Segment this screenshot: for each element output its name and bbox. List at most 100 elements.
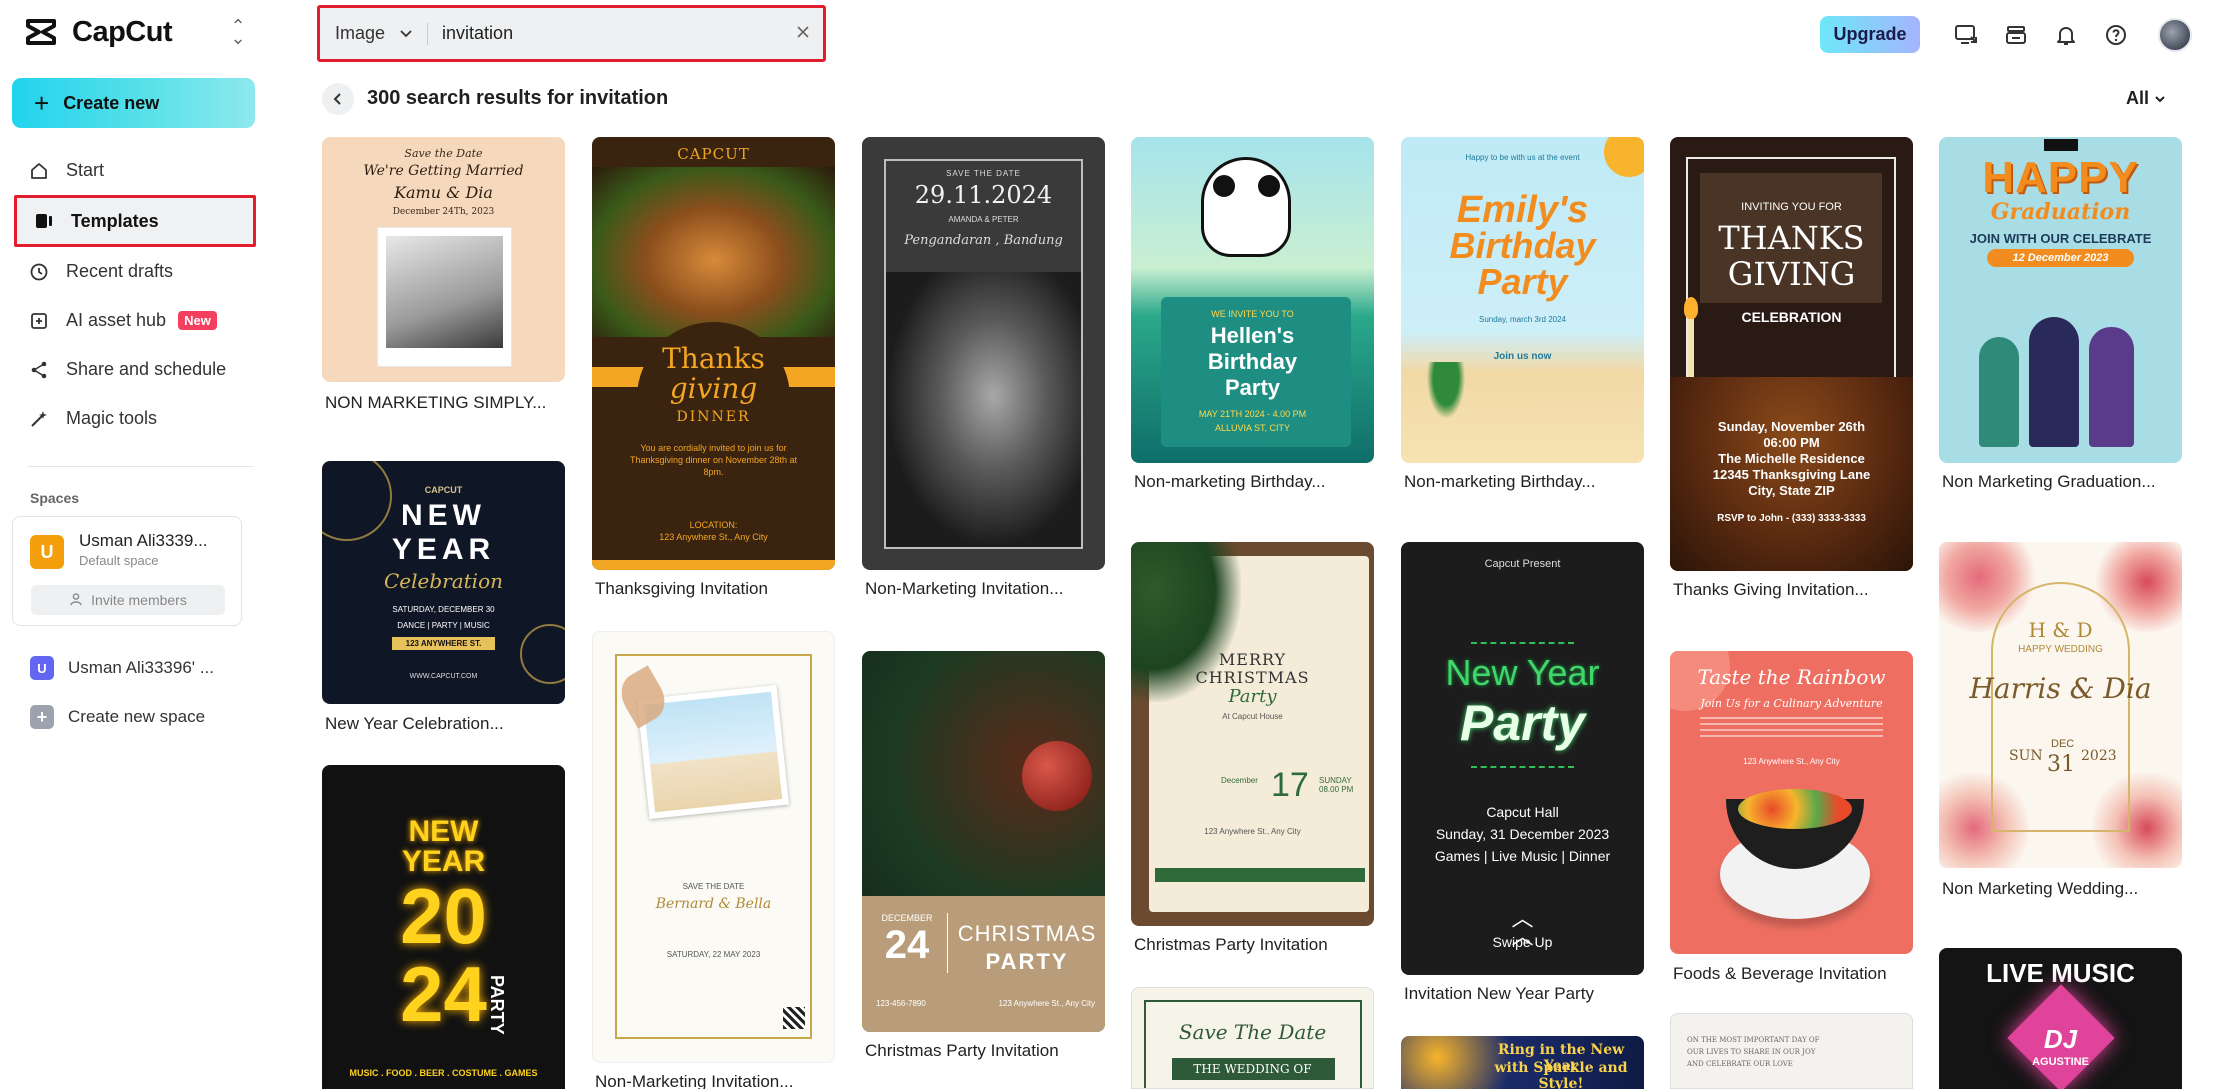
upgrade-button[interactable]: Upgrade: [1820, 16, 1920, 53]
card-text: Games | Live Music | Dinner: [1434, 848, 1611, 864]
card-text: Sunday, 31 December 2023: [1435, 826, 1610, 842]
card-text: AND CELEBRATE OUR LOVE: [1687, 1060, 1793, 1068]
card-text: Party: [1224, 375, 1281, 400]
search-type-dropdown[interactable]: Image: [320, 23, 413, 44]
storage-icon[interactable]: [2001, 20, 2031, 50]
search-input[interactable]: [442, 23, 783, 44]
card-text: WE INVITE YOU TO: [1211, 309, 1294, 319]
card-label: Non-marketing Birthday...: [1404, 472, 1596, 491]
card-text: AMANDA & PETER: [948, 215, 1019, 224]
card-text: INVITING YOU FOR: [1741, 201, 1842, 213]
card-text: HAPPY: [1982, 153, 2139, 202]
sidebar-item-start[interactable]: Start: [12, 146, 258, 195]
card-label: Non Marketing Wedding...: [1942, 879, 2139, 898]
share-icon: [28, 359, 50, 381]
template-thumbnail: H & D HAPPY WEDDING Harris & Dia SUN DEC…: [1939, 542, 2182, 868]
card-text: 20: [400, 872, 487, 960]
sidebar-item-label: Start: [66, 160, 105, 180]
card-text: 123 Anywhere St., Any City: [659, 532, 768, 542]
card-text: DINNER: [676, 409, 751, 425]
template-thumbnail: INVITING YOU FOR THANKS GIVING CELEBRATI…: [1670, 137, 1913, 571]
card-text: THANKS: [1718, 219, 1865, 257]
template-thumbnail: ON THE MOST IMPORTANT DAY OF OUR LIVES T…: [1670, 1013, 1913, 1089]
plus-icon: +: [34, 88, 50, 118]
card-text: HAPPY WEDDING: [2018, 644, 2103, 655]
card-text: SATURDAY, DECEMBER 30: [392, 605, 495, 614]
invite-members-button[interactable]: Invite members: [31, 585, 225, 615]
template-thumbnail: Ring in the New Year with Sparkle and St…: [1401, 1036, 1644, 1089]
chevron-down-icon: [399, 26, 413, 42]
card-text: MAY 21TH 2024 - 4.00 PM: [1198, 409, 1307, 419]
card-text: H & D: [2028, 618, 2093, 642]
card-text: Party: [1459, 695, 1586, 751]
user-avatar[interactable]: [2158, 18, 2192, 52]
card-text: Happy to be with us at the event: [1465, 153, 1580, 162]
spaces-heading: Spaces: [30, 490, 80, 506]
export-screen-icon[interactable]: [1951, 20, 1981, 50]
sidebar: CapCut ⌃ ⌄ + Create new Start Templates R…: [0, 0, 270, 1089]
card-text: RSVP to John - (333) 3333-3333: [1717, 513, 1866, 524]
sidebar-item-ai-asset-hub[interactable]: AI asset hub New: [12, 296, 258, 345]
app-logo[interactable]: CapCut ⌃ ⌄: [24, 14, 250, 50]
template-thumbnail: Save the Date We're Getting Married Kamu…: [322, 137, 565, 382]
card-text: Sunday, march 3rd 2024: [1478, 315, 1566, 324]
card-text: NEW: [401, 499, 486, 532]
card-label: Christmas Party Invitation: [1134, 935, 1328, 954]
bell-icon[interactable]: [2051, 20, 2081, 50]
sidebar-item-recent-drafts[interactable]: Recent drafts: [12, 247, 258, 296]
card-text: 17: [1271, 766, 1309, 804]
card-text: AGUSTINE: [2032, 1056, 2089, 1068]
create-new-button[interactable]: + Create new: [12, 78, 255, 128]
clear-search-icon[interactable]: [783, 22, 823, 45]
card-label: NON MARKETING SIMPLY...: [325, 393, 547, 412]
card-text: Capcut Present: [1484, 558, 1561, 570]
card-label: Non Marketing Graduation...: [1942, 472, 2156, 491]
card-text: The Michelle Residence: [1718, 451, 1865, 466]
card-text: Hellen's: [1210, 323, 1295, 348]
search-type-value: Image: [335, 23, 386, 43]
card-text: MUSIC . FOOD . BEER . COSTUME . GAMES: [349, 1068, 538, 1078]
other-space-item[interactable]: U Usman Ali33396' ...: [30, 655, 214, 681]
template-thumbnail: CAPCUT Thanks giving DINNER You are cord…: [592, 137, 835, 570]
card-text: New Year: [1445, 652, 1600, 693]
card-text: WWW.CAPCUT.COM: [409, 673, 478, 680]
results-title: 300 search results for invitation: [367, 87, 669, 109]
capcut-logo-icon: [26, 19, 56, 45]
card-text: Capcut Hall: [1486, 804, 1559, 820]
card-text: SAVE THE DATE: [946, 169, 1021, 178]
sidebar-item-label: Magic tools: [66, 408, 158, 428]
card-label: Christmas Party Invitation: [865, 1041, 1059, 1060]
space-subtitle: Default space: [79, 553, 159, 568]
help-icon[interactable]: [2101, 20, 2131, 50]
card-text: DJ: [2043, 1024, 2078, 1054]
card-text: DEC: [2051, 738, 2075, 750]
back-button[interactable]: [322, 83, 354, 115]
card-text: We're Getting Married: [363, 163, 524, 179]
card-text: December: [1221, 776, 1258, 785]
card-text: ALLUVIA ST, CITY: [1214, 423, 1291, 433]
card-text: with Sparkle and Style!: [1494, 1060, 1628, 1089]
card-text: PARTY: [985, 949, 1069, 974]
card-text: Graduation: [1990, 199, 2131, 225]
clock-icon: [28, 261, 50, 283]
card-text: 2023: [2081, 748, 2117, 764]
default-space-card[interactable]: U Usman Ali3339... Default space Invite …: [12, 516, 242, 626]
card-text: 123 ANYWHERE ST.: [405, 639, 482, 648]
magic-wand-icon: [28, 408, 50, 430]
templates-icon: [33, 210, 55, 232]
person-icon: [69, 592, 83, 609]
search-bar: Image: [317, 5, 826, 62]
filter-dropdown[interactable]: All: [2126, 88, 2166, 109]
card-text: 123-456-7890: [876, 999, 926, 1008]
card-text: 06:00 PM: [1763, 435, 1820, 450]
template-thumbnail: WE INVITE YOU TO Hellen's Birthday Party…: [1131, 137, 1374, 463]
sidebar-item-templates[interactable]: Templates: [14, 195, 256, 247]
template-thumbnail: LIVE MUSIC DJ AGUSTINE: [1939, 948, 2182, 1089]
card-text: YEAR: [391, 533, 496, 566]
sidebar-item-magic-tools[interactable]: Magic tools: [12, 394, 258, 443]
sidebar-item-share-and-schedule[interactable]: Share and schedule: [12, 345, 258, 394]
card-text: CELEBRATION: [1741, 309, 1842, 325]
workspace-switch-icon[interactable]: ⌃ ⌄: [226, 17, 250, 47]
create-new-space-button[interactable]: + Create new space: [30, 704, 205, 730]
card-text: SUN: [2009, 748, 2043, 764]
